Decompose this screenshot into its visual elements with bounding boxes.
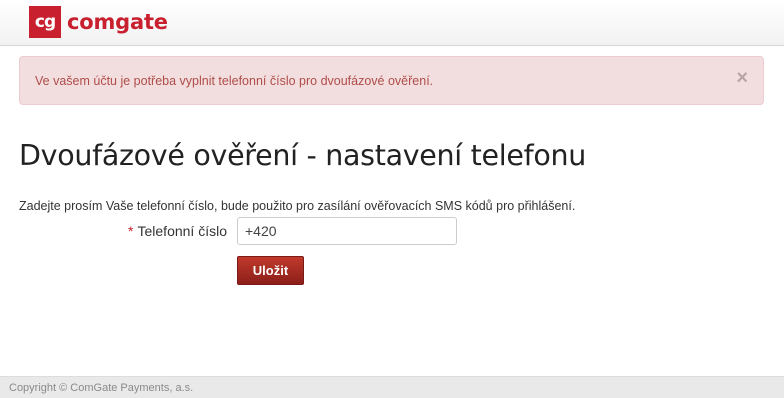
comgate-logo-icon: cg	[29, 6, 61, 38]
copyright-text: Copyright © ComGate Payments, a.s.	[9, 382, 194, 394]
phone-label-text: Telefonní číslo	[137, 223, 228, 239]
warning-alert: Ve vašem účtu je potřeba vyplnit telefon…	[19, 56, 764, 105]
alert-message: Ve vašem účtu je potřeba vyplnit telefon…	[35, 74, 434, 88]
phone-label: * Telefonní číslo	[128, 223, 227, 239]
close-icon[interactable]: ×	[736, 68, 748, 88]
logo-text: comgate	[67, 10, 168, 34]
intro-text: Zadejte prosím Vaše telefonní číslo, bud…	[19, 199, 576, 213]
page-title: Dvoufázové ověření - nastavení telefonu	[19, 139, 587, 172]
required-marker: *	[128, 223, 134, 239]
save-button[interactable]: Uložit	[237, 256, 304, 285]
top-header: cg comgate	[0, 0, 784, 46]
phone-input[interactable]	[237, 217, 457, 245]
footer: Copyright © ComGate Payments, a.s.	[0, 376, 784, 398]
comgate-logo[interactable]: cg comgate	[29, 6, 168, 38]
